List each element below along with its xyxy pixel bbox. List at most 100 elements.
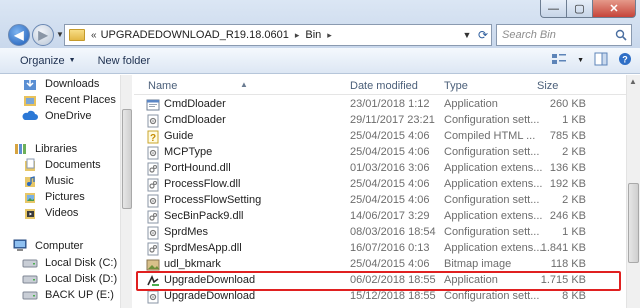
column-header-size[interactable]: Size xyxy=(537,80,558,92)
sidebar-item-label: Music xyxy=(45,175,74,187)
svg-text:?: ? xyxy=(150,133,156,144)
recent-pages-dropdown[interactable]: ▼ xyxy=(56,30,64,39)
sidebar-item-label: Local Disk (C:) xyxy=(45,257,118,269)
file-row[interactable]: SecBinPack9.dll 14/06/2017 3:29 Applicatio… xyxy=(134,208,626,225)
sidebar-item-computer[interactable]: Computer xyxy=(12,239,83,253)
file-name: Guide xyxy=(164,130,194,142)
file-row[interactable]: PortHound.dll 01/03/2016 3:06 Application … xyxy=(134,160,626,177)
sidebar-item-onedrive[interactable]: OneDrive xyxy=(22,109,91,123)
search-input[interactable]: Search Bin xyxy=(502,29,611,41)
file-date-modified: 25/04/2015 4:06 xyxy=(350,130,430,142)
sort-ascending-icon: ▲ xyxy=(240,80,248,89)
forward-button[interactable]: ▶ xyxy=(32,24,54,46)
file-row[interactable]: CmdDloader 29/11/2017 23:21 Configuration … xyxy=(134,112,626,129)
sidebar-item-recent-places[interactable]: Recent Places xyxy=(22,93,116,107)
breadcrumb-separator-icon[interactable]: ▸ xyxy=(295,30,300,41)
config-file-icon xyxy=(146,146,160,160)
sidebar-item-documents[interactable]: Documents xyxy=(22,158,101,172)
file-row[interactable]: SprdMesApp.dll 16/07/2016 0:13 Application… xyxy=(134,240,626,257)
file-date-modified: 29/11/2017 23:21 xyxy=(350,114,435,126)
sidebar-item-local-disk-d[interactable]: Local Disk (D:) xyxy=(22,272,117,286)
file-size: 136 KB xyxy=(549,162,586,174)
sidebar-item-label: Computer xyxy=(35,240,84,252)
computer-icon xyxy=(12,239,28,253)
navigation-pane: Downloads Recent Places OneDrive Librari… xyxy=(0,75,132,308)
file-list-scroll-thumb[interactable] xyxy=(628,183,639,263)
sidebar-item-backup-e[interactable]: BACK UP (E:) xyxy=(22,288,114,302)
pictures-icon xyxy=(22,190,38,204)
view-options-button[interactable] xyxy=(551,52,567,69)
file-row[interactable]: ProcessFlowSetting 25/04/2015 4:06 Configu… xyxy=(134,192,626,209)
address-overflow-chevron[interactable]: « xyxy=(91,30,97,41)
file-type: Application extens... xyxy=(444,162,543,174)
file-name: SprdMesApp.dll xyxy=(164,242,242,254)
minimize-button[interactable]: — xyxy=(540,0,566,18)
view-dropdown-icon[interactable]: ▼ xyxy=(577,57,584,64)
file-row[interactable]: ProcessFlow.dll 25/04/2015 4:06 Applicatio… xyxy=(134,176,626,193)
sidebar-item-libraries[interactable]: Libraries xyxy=(12,142,77,156)
file-type: Application xyxy=(444,98,498,110)
address-bar[interactable]: « UPGRADEDOWNLOAD_R19.18.0601 ▸ Bin ▸ ▼ … xyxy=(64,24,492,46)
file-row[interactable]: CmdDloader 23/01/2018 1:12 Application 260 … xyxy=(134,96,626,113)
file-date-modified: 15/12/2018 18:55 xyxy=(350,290,436,302)
breadcrumb-upgradedownload[interactable]: UPGRADEDOWNLOAD_R19.18.0601 xyxy=(101,29,289,41)
organize-button[interactable]: Organize ▼ xyxy=(20,55,76,67)
sidebar-item-label: Videos xyxy=(45,207,79,219)
column-header-name[interactable]: Name xyxy=(148,80,177,92)
config-file-icon xyxy=(146,226,160,240)
config-file-icon xyxy=(146,114,160,128)
back-button[interactable]: ◀ xyxy=(8,24,30,46)
sidebar-item-label: BACK UP (E:) xyxy=(45,289,114,301)
file-date-modified: 14/06/2017 3:29 xyxy=(350,210,430,222)
back-arrow-icon: ◀ xyxy=(14,28,24,42)
scroll-up-icon[interactable]: ▲ xyxy=(629,77,637,86)
folder-icon xyxy=(69,29,85,41)
file-name: SprdMes xyxy=(164,226,209,238)
maximize-button[interactable]: ▢ xyxy=(566,0,592,18)
preview-pane-button[interactable] xyxy=(594,52,608,69)
sidebar-item-downloads[interactable]: Downloads xyxy=(22,77,99,91)
libraries-icon xyxy=(12,142,28,156)
breadcrumb-separator-icon[interactable]: ▸ xyxy=(327,30,332,41)
config-file-icon xyxy=(146,194,160,208)
search-icon[interactable] xyxy=(611,29,631,41)
help-file-icon: ? xyxy=(146,130,160,144)
column-header-row: ▲ Name Date modified Type Size xyxy=(134,75,626,95)
column-header-date[interactable]: Date modified xyxy=(350,80,418,92)
sidebar-item-music[interactable]: Music xyxy=(22,174,74,188)
file-name: udl_bkmark xyxy=(164,258,221,270)
sidebar-item-local-disk-c[interactable]: Local Disk (C:) xyxy=(22,256,117,270)
file-type: Bitmap image xyxy=(444,258,512,270)
dll-icon xyxy=(146,178,160,192)
file-date-modified: 08/03/2016 18:54 xyxy=(350,226,436,238)
address-dropdown-icon[interactable]: ▼ xyxy=(459,30,475,40)
file-name: UpgradeDownload xyxy=(164,290,256,302)
refresh-icon[interactable]: ⟳ xyxy=(475,28,491,42)
file-name: MCPType xyxy=(164,146,213,158)
file-list-scrollbar[interactable]: ▲ xyxy=(626,75,640,308)
close-button[interactable]: ✕ xyxy=(592,0,636,18)
disk-icon xyxy=(22,288,38,302)
dll-icon xyxy=(146,210,160,224)
search-box[interactable]: Search Bin xyxy=(496,24,632,46)
file-size: 2 KB xyxy=(562,146,586,158)
sidebar-item-pictures[interactable]: Pictures xyxy=(22,190,85,204)
help-button[interactable]: ? xyxy=(618,52,632,69)
file-size: 1 KB xyxy=(562,114,586,126)
breadcrumb-bin[interactable]: Bin xyxy=(305,29,321,41)
file-type: Application extens... xyxy=(444,178,543,190)
new-folder-button[interactable]: New folder xyxy=(98,55,151,67)
column-header-type[interactable]: Type xyxy=(444,80,468,92)
organize-label: Organize xyxy=(20,54,65,67)
file-type: Application extens... xyxy=(444,242,543,254)
svg-text:?: ? xyxy=(622,55,628,65)
file-row[interactable]: ? Guide 25/04/2015 4:06 Compiled HTML ... 78… xyxy=(134,128,626,145)
file-date-modified: 16/07/2016 0:13 xyxy=(350,242,430,254)
sidebar-scrollbar[interactable] xyxy=(120,75,132,308)
file-row[interactable]: SprdMes 08/03/2016 18:54 Configuration set… xyxy=(134,224,626,241)
file-row[interactable]: MCPType 25/04/2015 4:06 Configuration sett… xyxy=(134,144,626,161)
file-type: Compiled HTML ... xyxy=(444,130,536,142)
sidebar-item-videos[interactable]: Videos xyxy=(22,206,78,220)
sidebar-scroll-thumb[interactable] xyxy=(122,109,132,209)
sidebar-item-label: OneDrive xyxy=(45,110,92,122)
